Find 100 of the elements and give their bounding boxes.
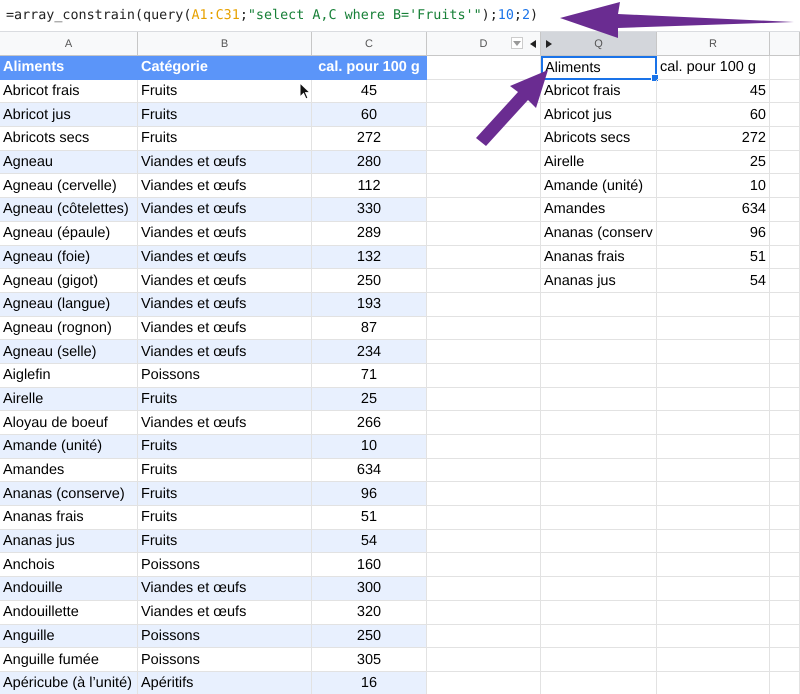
- table-cell: Amande (unité): [541, 174, 657, 198]
- table-cell: 96: [657, 222, 770, 246]
- table-cell: 193: [312, 292, 427, 317]
- empty-cell: [770, 150, 800, 174]
- table-cell: Agneau: [0, 150, 138, 174]
- table-cell: 16: [312, 672, 427, 694]
- empty-cell: [770, 648, 800, 672]
- dropdown-icon[interactable]: [511, 37, 523, 49]
- formula-token[interactable]: ): [530, 8, 538, 23]
- table-cell: 300: [312, 577, 427, 601]
- table-cell: 25: [657, 150, 770, 174]
- table-cell: Airelle: [541, 150, 657, 174]
- empty-cell: [770, 411, 800, 435]
- empty-cell: [770, 246, 800, 270]
- table-cell: 234: [312, 340, 427, 364]
- table-cell: 634: [657, 198, 770, 222]
- empty-cell: [770, 103, 800, 128]
- empty-cell: [770, 340, 800, 364]
- table-cell: 96: [312, 482, 427, 506]
- table-cell: 10: [312, 435, 427, 459]
- table-cell: Amandes: [541, 198, 657, 222]
- collapse-icon[interactable]: [530, 40, 536, 48]
- table-cell: Fruits: [138, 388, 312, 412]
- column-title: Catégorie: [138, 56, 312, 80]
- column-title: cal. pour 100 g: [312, 56, 427, 80]
- table-cell: 54: [657, 269, 770, 293]
- empty-cell: [770, 577, 800, 601]
- table-cell: Viandes et œufs: [138, 150, 312, 174]
- column-title: Aliments: [0, 56, 138, 80]
- formula-token[interactable]: 2: [522, 8, 530, 23]
- table-cell: 330: [312, 198, 427, 222]
- table-cell: Viandes et œufs: [138, 340, 312, 364]
- table-cell: Ananas jus: [0, 530, 138, 554]
- cursor-icon: [299, 82, 311, 100]
- formula-token[interactable]: );: [482, 8, 498, 23]
- table-cell: Aliments: [541, 56, 657, 80]
- table-cell: Fruits: [138, 435, 312, 459]
- table-cell: Agneau (foie): [0, 246, 138, 270]
- table-cell: Viandes et œufs: [138, 198, 312, 222]
- table-cell: Ananas (conserve): [0, 482, 138, 506]
- empty-cell: [770, 80, 800, 104]
- table-cell: Apéritifs: [138, 672, 312, 694]
- table-cell: Viandes et œufs: [138, 577, 312, 601]
- table-cell: 250: [312, 624, 427, 648]
- table-cell: 54: [312, 530, 427, 554]
- empty-cell: [770, 56, 800, 80]
- empty-cell: [770, 292, 800, 317]
- table-cell: 132: [312, 246, 427, 270]
- table-cell: Viandes et œufs: [138, 292, 312, 317]
- empty-cell: [770, 127, 800, 151]
- table-cell: Ananas frais: [541, 246, 657, 270]
- table-cell: Abricot jus: [0, 103, 138, 128]
- empty-cell: [770, 458, 800, 482]
- table-cell: cal. pour 100 g: [657, 56, 770, 80]
- table-cell: 45: [657, 80, 770, 104]
- table-cell: Viandes et œufs: [138, 246, 312, 270]
- table-cell: Agneau (langue): [0, 292, 138, 317]
- empty-cell: [770, 316, 800, 340]
- table-cell: Ananas jus: [541, 269, 657, 293]
- table-cell: 60: [312, 103, 427, 128]
- table-cell: Apéricube (à l’unité): [0, 672, 138, 694]
- empty-cell: [770, 174, 800, 198]
- column-header[interactable]: Q: [541, 32, 657, 56]
- table-cell: Agneau (selle): [0, 340, 138, 364]
- table-cell: Abricot jus: [541, 103, 657, 128]
- column-header[interactable]: D: [427, 32, 541, 56]
- empty-cell: [770, 530, 800, 554]
- table-cell: 280: [312, 150, 427, 174]
- table-cell: Agneau (côtelettes): [0, 198, 138, 222]
- table-cell: Fruits: [138, 482, 312, 506]
- empty-cell: [770, 624, 800, 648]
- table-cell: 51: [657, 246, 770, 270]
- column-header[interactable]: R: [657, 32, 770, 56]
- empty-cell: [770, 198, 800, 222]
- expand-icon[interactable]: [546, 40, 552, 48]
- empty-cell: [770, 269, 800, 293]
- formula-token[interactable]: 10: [498, 8, 514, 23]
- table-cell: Fruits: [138, 530, 312, 554]
- empty-cell: [770, 364, 800, 388]
- empty-cell: [770, 388, 800, 412]
- table-cell: Andouille: [0, 577, 138, 601]
- formula-token[interactable]: ;: [240, 8, 248, 23]
- empty-cell: [770, 222, 800, 246]
- table-cell: 10: [657, 174, 770, 198]
- formula-token[interactable]: "select A,C where B='Fruits'": [248, 8, 482, 23]
- fill-handle[interactable]: [651, 74, 659, 82]
- formula-token[interactable]: =array_constrain(query(: [6, 8, 192, 23]
- table-cell: Fruits: [138, 103, 312, 128]
- formula-token[interactable]: ;: [514, 8, 522, 23]
- empty-cell: [770, 600, 800, 624]
- table-cell: 25: [312, 388, 427, 412]
- table-cell: Abricots secs: [541, 127, 657, 151]
- table-cell: Amande (unité): [0, 435, 138, 459]
- empty-cell: [770, 482, 800, 506]
- empty-cell: [770, 506, 800, 530]
- empty-cell: [770, 435, 800, 459]
- empty-cell: [770, 553, 800, 578]
- table-cell: Ananas (conserv: [541, 222, 657, 246]
- table-cell: Poissons: [138, 624, 312, 648]
- table-cell: Airelle: [0, 388, 138, 412]
